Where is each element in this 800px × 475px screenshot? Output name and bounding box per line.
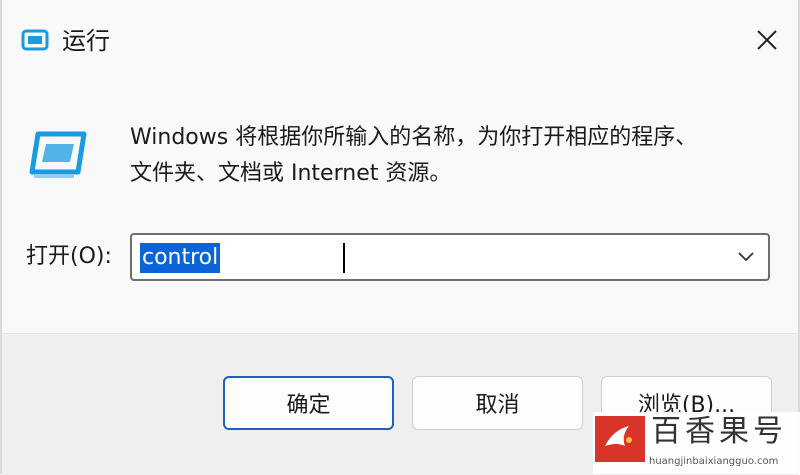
open-combobox[interactable]: control [130, 233, 770, 281]
title-bar: 运行 [2, 0, 798, 84]
open-label: 打开(O): [26, 244, 112, 269]
description-line-1: Windows 将根据你所输入的名称，为你打开相应的程序、 [130, 125, 698, 150]
chevron-down-icon [737, 248, 755, 267]
run-large-icon [28, 128, 90, 182]
dropdown-button[interactable] [730, 241, 762, 273]
description-line-2: 文件夹、文档或 Internet 资源。 [130, 161, 452, 186]
watermark-logo [595, 416, 645, 462]
watermark-url: huangjinbaixiangguo.com [649, 456, 779, 467]
cancel-button[interactable]: 取消 [412, 376, 583, 430]
watermark-text: 百香果号 [651, 414, 787, 449]
open-input-value[interactable]: control [140, 243, 221, 273]
run-dialog-icon [20, 28, 50, 54]
watermark: 百香果号 huangjinbaixiangguo.com [593, 412, 800, 474]
close-button[interactable] [742, 20, 792, 64]
description: Windows 将根据你所输入的名称，为你打开相应的程序、 文件夹、文档或 In… [130, 120, 770, 192]
window-title: 运行 [62, 27, 110, 55]
text-caret [343, 243, 345, 273]
ok-button[interactable]: 确定 [223, 376, 394, 430]
run-dialog: 运行 Windows 将根据你所输入的名称，为你打开相应的程序、 文件夹、文档或… [0, 0, 800, 475]
close-icon [756, 29, 778, 55]
